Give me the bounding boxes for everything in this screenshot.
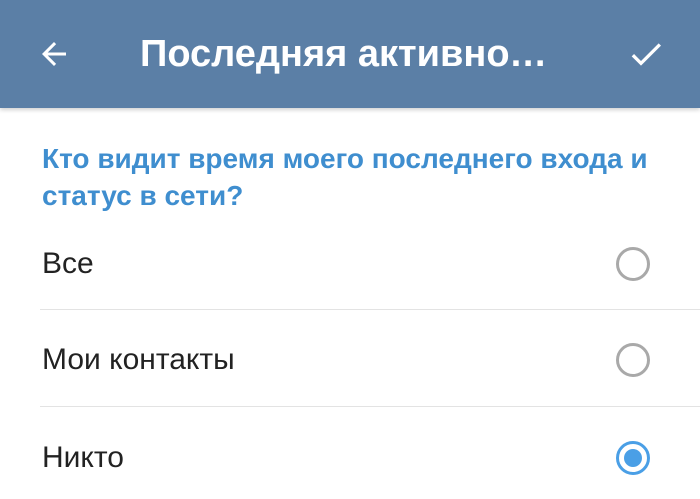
privacy-last-seen-screen: Последняя активнос... Кто видит время мо… xyxy=(0,0,700,499)
radio-button[interactable] xyxy=(616,247,650,281)
done-button[interactable] xyxy=(614,22,678,86)
option-label: Мои контакты xyxy=(42,343,235,376)
arrow-left-icon xyxy=(42,42,66,66)
option-everybody[interactable]: Все xyxy=(0,216,700,312)
toolbar: Последняя активнос... xyxy=(0,0,700,108)
option-my-contacts[interactable]: Мои контакты xyxy=(0,312,700,408)
back-button[interactable] xyxy=(22,22,86,86)
section-header: Кто видит время моего последнего входа и… xyxy=(42,143,648,211)
radio-button[interactable] xyxy=(616,343,650,377)
option-nobody[interactable]: Никто xyxy=(0,410,700,499)
radio-button-selected[interactable] xyxy=(616,441,650,475)
page-title: Последняя активнос... xyxy=(140,33,560,75)
divider xyxy=(40,406,700,407)
divider xyxy=(40,309,700,310)
radio-dot xyxy=(624,449,642,467)
checkmark-icon xyxy=(631,43,661,66)
option-label: Все xyxy=(42,247,94,280)
option-label: Никто xyxy=(42,441,124,474)
